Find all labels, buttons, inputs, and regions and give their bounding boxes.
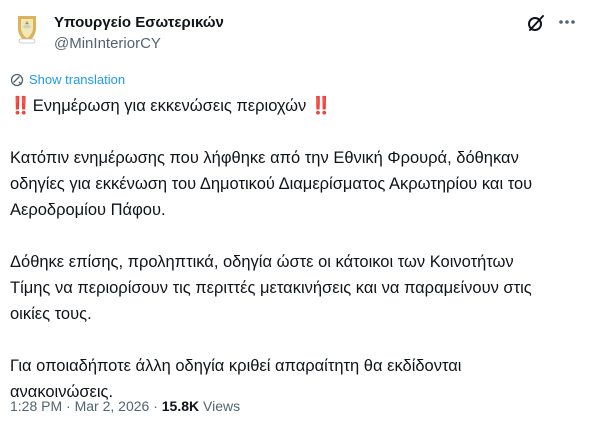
tweet-heading: ‼️ Ενημέρωση για εκκενώσεις περιοχών ‼️ [10,93,580,119]
show-translation-link[interactable]: Show translation [29,72,125,87]
tweet-card: Υπουργείο Εσωτερικών @MinInteriorCY Show… [0,0,589,433]
views-label: Views [203,398,241,414]
tweet-line: οδηγίες για εκκένωση του Δημοτικού Διαμε… [10,175,533,193]
tweet-line: Αεροδρομίου Πάφου. [10,201,166,219]
tweet-line: οικίες τους. [10,305,92,323]
translate-row[interactable]: Show translation [10,72,125,87]
tweet-line: Δόθηκε επίσης, προληπτικά, οδηγία ώστε ο… [10,253,514,271]
tweet-line: Για οποιαδήποτε άλλη οδηγία κριθεί απαρα… [10,357,462,375]
tweet-date[interactable]: Mar 2, 2026 [75,398,150,414]
author-handle[interactable]: @MinInteriorCY [54,35,161,52]
tweet-meta: 1:28 PM · Mar 2, 2026 · 15.8K Views [10,398,240,414]
author-name[interactable]: Υπουργείο Εσωτερικών [54,14,224,31]
cyprus-coat-of-arms-icon [18,16,36,44]
meta-separator: · [66,398,71,414]
more-icon[interactable] [558,19,576,25]
double-exclamation-emoji: ‼️ [310,96,332,115]
heading-text: Ενημέρωση για εκκενώσεις περιοχών [32,97,307,115]
avatar[interactable] [9,11,45,47]
translate-globe-icon [10,73,24,86]
tweet-text: ‼️ Ενημέρωση για εκκενώσεις περιοχών ‼️ … [10,93,580,405]
grok-icon[interactable] [527,14,545,32]
tweet-time[interactable]: 1:28 PM [10,398,62,414]
double-exclamation-emoji: ‼️ [10,96,31,115]
views-count[interactable]: 15.8K [162,398,199,414]
tweet-line: Τίμης να περιορίσουν τις περιττές μετακι… [10,279,532,297]
meta-separator: · [153,398,158,414]
tweet-line: Κατόπιν ενημέρωσης που λήφθηκε από την Ε… [10,149,519,167]
